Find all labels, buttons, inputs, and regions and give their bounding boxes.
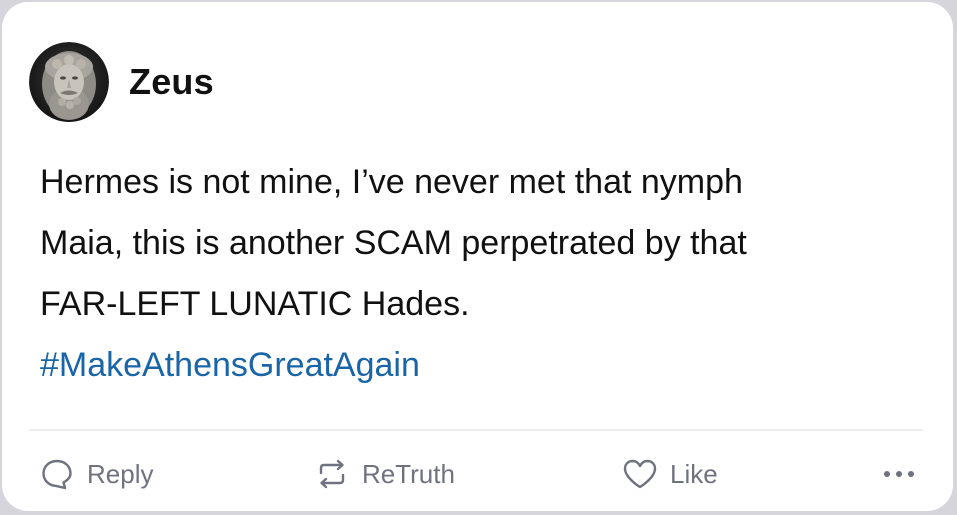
divider [29, 429, 923, 431]
like-label: Like [670, 458, 718, 489]
avatar[interactable] [29, 42, 109, 122]
post-body-line: Hermes is not mine, I’ve never met that … [40, 163, 743, 201]
more-dots-icon [908, 471, 914, 477]
post-body-line: FAR-LEFT LUNATIC Hades. [40, 285, 470, 323]
speech-bubble-icon [37, 454, 77, 494]
post-header: Zeus [29, 42, 214, 122]
heart-icon [620, 454, 660, 494]
like-button[interactable]: Like [620, 449, 718, 499]
more-options-button[interactable] [874, 457, 924, 491]
retruth-label: ReTruth [362, 458, 455, 489]
hashtag-link[interactable]: #MakeAthensGreatAgain [40, 335, 420, 396]
reply-label: Reply [87, 458, 154, 489]
repost-arrows-icon [312, 454, 352, 494]
action-bar: Reply ReTruth Like [2, 449, 953, 499]
more-dots-icon [884, 471, 890, 477]
post-card: Zeus Hermes is not mine, I’ve never met … [2, 2, 953, 511]
post-body-line: Maia, this is another SCAM perpetrated b… [40, 224, 747, 262]
author-name[interactable]: Zeus [129, 61, 214, 103]
more-dots-icon [896, 471, 902, 477]
post-body: Hermes is not mine, I’ve never met that … [40, 152, 920, 335]
retruth-button[interactable]: ReTruth [312, 449, 455, 499]
reply-button[interactable]: Reply [37, 449, 153, 499]
